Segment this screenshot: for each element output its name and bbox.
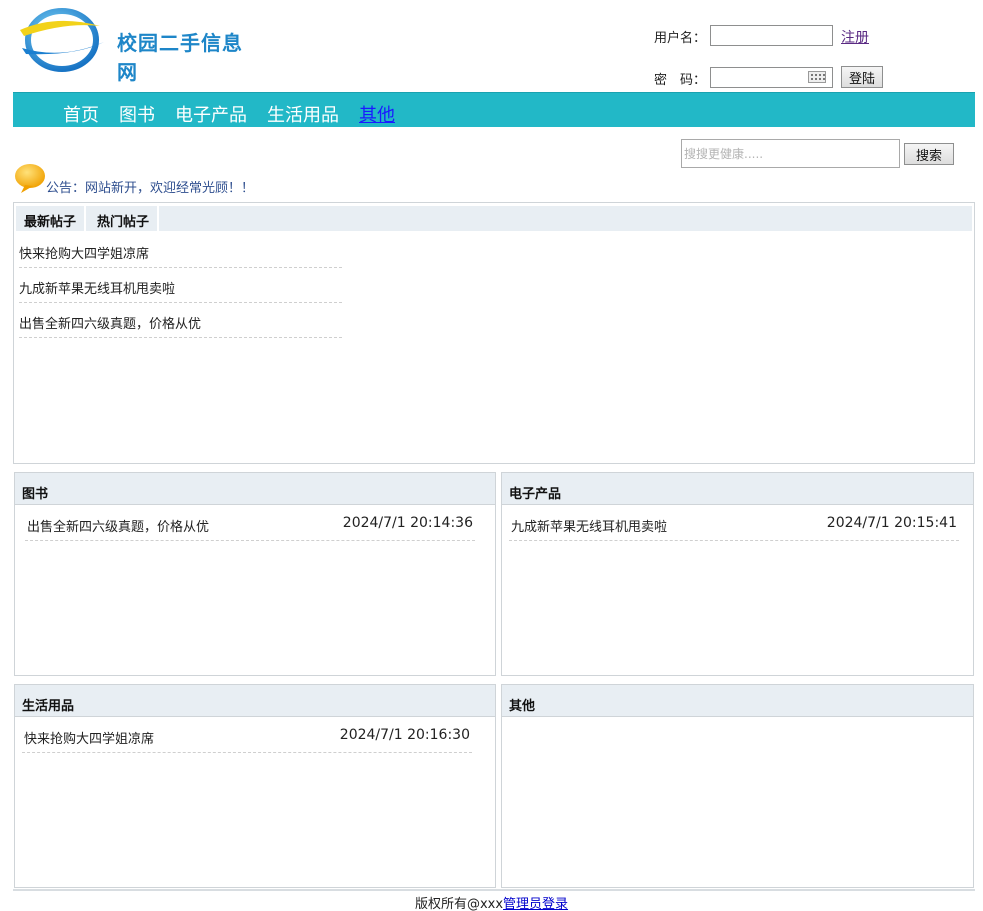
- panel-title: 生活用品: [22, 699, 75, 714]
- footer-divider: [13, 889, 975, 891]
- login-button[interactable]: 登陆: [841, 66, 884, 88]
- panel-title: 图书: [22, 487, 49, 502]
- category-panel-electronics: 电子产品 九成新苹果无线耳机甩卖啦 2024/7/1 20:15:41: [501, 472, 974, 676]
- panel-title: 其他: [509, 699, 536, 714]
- admin-login-link[interactable]: 管理员登录: [503, 897, 568, 911]
- search-button[interactable]: 搜索: [904, 143, 954, 165]
- list-item[interactable]: 九成新苹果无线耳机甩卖啦 2024/7/1 20:15:41: [509, 506, 959, 541]
- post-date: 2024/7/1 20:16:30: [339, 727, 470, 743]
- panel-title: 电子产品: [509, 487, 562, 502]
- list-item[interactable]: 出售全新四六级真题，价格从优 2024/7/1 20:14:36: [25, 506, 475, 541]
- nav-item-other[interactable]: 其他: [359, 101, 395, 127]
- nav-item-books[interactable]: 图书: [119, 101, 155, 127]
- notice-text: 公告：网站新开，欢迎经常光顾！！: [46, 181, 255, 196]
- tab-hot-posts[interactable]: 热门帖子: [89, 206, 160, 231]
- tab-latest-posts[interactable]: 最新帖子: [16, 206, 87, 231]
- post-title: 九成新苹果无线耳机甩卖啦: [511, 520, 668, 535]
- post-title: 出售全新四六级真题，价格从优: [27, 520, 210, 535]
- posts-tabbar: 最新帖子 热门帖子: [16, 206, 972, 231]
- password-label: 密 码：: [654, 73, 707, 88]
- category-list: 快来抢购大四学姐凉席 2024/7/1 20:16:30: [22, 718, 472, 753]
- globe-logo-icon: [20, 8, 104, 72]
- category-panel-other: 其他: [501, 684, 974, 888]
- category-panel-daily-goods: 生活用品 快来抢购大四学姐凉席 2024/7/1 20:16:30: [14, 684, 496, 888]
- login-form: 用户名： 注册 密 码： 登陆: [640, 20, 900, 92]
- posts-list: 快来抢购大四学姐凉席 九成新苹果无线耳机甩卖啦 出售全新四六级真题，价格从优: [19, 233, 342, 338]
- list-item[interactable]: 快来抢购大四学姐凉席: [19, 233, 342, 268]
- search-input[interactable]: [681, 139, 900, 168]
- site-logo: 校园二手信息网: [16, 8, 256, 84]
- nav-item-daily-goods[interactable]: 生活用品: [267, 101, 339, 127]
- post-date: 2024/7/1 20:15:41: [826, 515, 957, 531]
- keyboard-icon[interactable]: [808, 71, 826, 83]
- list-item[interactable]: 九成新苹果无线耳机甩卖啦: [19, 268, 342, 303]
- username-row: 用户名： 注册: [640, 24, 900, 46]
- list-item[interactable]: 出售全新四六级真题，价格从优: [19, 303, 342, 338]
- nav-item-home[interactable]: 首页: [63, 101, 99, 127]
- panel-header: 生活用品: [15, 685, 495, 717]
- list-item[interactable]: 快来抢购大四学姐凉席 2024/7/1 20:16:30: [22, 718, 472, 753]
- main-nav: 首页 图书 电子产品 生活用品 其他: [13, 92, 975, 127]
- register-link[interactable]: 注册: [841, 27, 869, 47]
- post-date: 2024/7/1 20:14:36: [342, 515, 473, 531]
- password-row: 密 码： 登陆: [640, 66, 900, 88]
- site-title: 校园二手信息网: [117, 31, 243, 84]
- category-panel-books: 图书 出售全新四六级真题，价格从优 2024/7/1 20:14:36: [14, 472, 496, 676]
- panel-header: 图书: [15, 473, 495, 505]
- category-list: 九成新苹果无线耳机甩卖啦 2024/7/1 20:15:41: [509, 506, 959, 541]
- panel-header: 电子产品: [502, 473, 973, 505]
- nav-item-electronics[interactable]: 电子产品: [175, 101, 247, 127]
- speech-bubble-icon: [15, 164, 45, 193]
- copyright-text: 版权所有@xxx: [414, 897, 504, 911]
- post-title: 快来抢购大四学姐凉席: [24, 732, 155, 747]
- footer: 版权所有@xxx管理员登录: [0, 893, 983, 911]
- posts-box: 最新帖子 热门帖子 快来抢购大四学姐凉席 九成新苹果无线耳机甩卖啦 出售全新四六…: [13, 202, 975, 464]
- username-label: 用户名：: [654, 31, 707, 46]
- panel-header: 其他: [502, 685, 973, 717]
- username-input[interactable]: [710, 25, 833, 46]
- category-list: 出售全新四六级真题，价格从优 2024/7/1 20:14:36: [25, 506, 475, 541]
